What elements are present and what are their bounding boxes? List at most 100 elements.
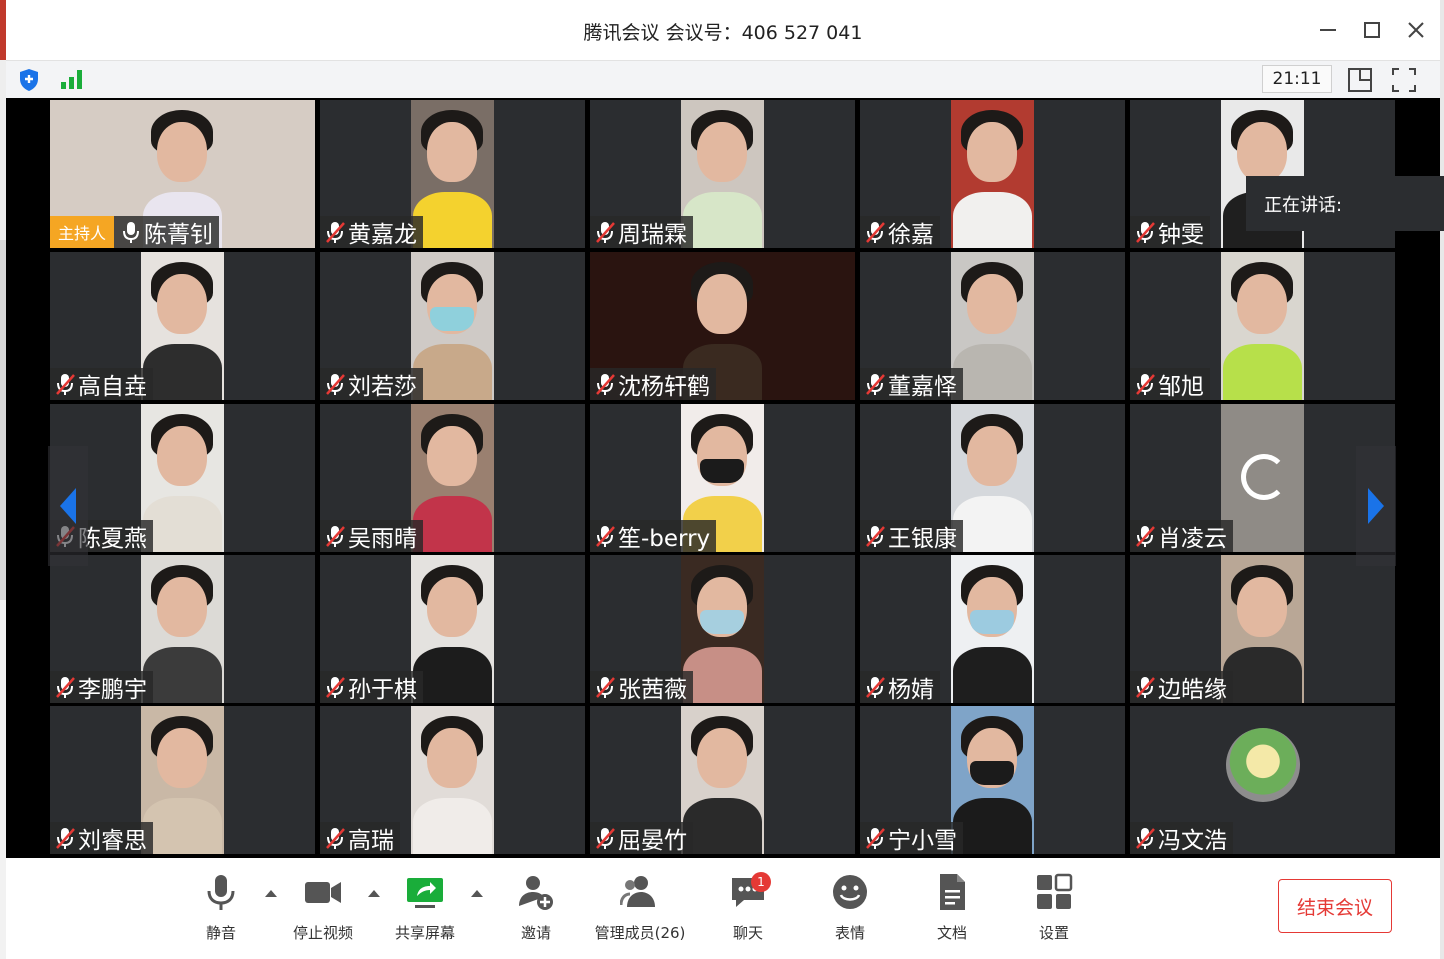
- participant-tile[interactable]: 吴雨晴: [320, 404, 585, 552]
- window-title: 腾讯会议 会议号：406 527 041: [583, 22, 863, 44]
- docs-label: 文档: [936, 924, 967, 942]
- docs-button[interactable]: 文档: [897, 872, 1007, 946]
- participant-face: [1237, 274, 1287, 334]
- participant-face: [427, 728, 477, 788]
- invite-button[interactable]: 邀请: [481, 872, 591, 946]
- title-bar: 腾讯会议 会议号：406 527 041: [6, 0, 1440, 60]
- participant-tile[interactable]: 李鹏宇: [50, 555, 315, 703]
- participant-tile[interactable]: 刘睿思: [50, 706, 315, 854]
- participant-tile[interactable]: 徐嘉: [860, 100, 1125, 248]
- microphone-muted-icon: [864, 524, 888, 548]
- participant-video: [951, 252, 1034, 400]
- participant-tile[interactable]: 黄嘉龙: [320, 100, 585, 248]
- reactions-button[interactable]: 表情: [795, 872, 905, 946]
- participant-name: 屈晏竹: [618, 828, 687, 854]
- microphone-muted-icon: [324, 826, 348, 850]
- microphone-muted-icon: [594, 220, 618, 244]
- participant-video: [411, 252, 494, 400]
- participant-video: [411, 100, 494, 248]
- participant-tile[interactable]: 董嘉怿: [860, 252, 1125, 400]
- participant-face: [697, 122, 747, 182]
- chat-button[interactable]: 1 聊天: [693, 872, 803, 946]
- face-mask: [970, 761, 1014, 785]
- share-screen-button[interactable]: 共享屏幕: [370, 872, 480, 946]
- layout-icon[interactable]: [1346, 66, 1374, 94]
- participant-body: [683, 798, 762, 854]
- participant-name-tag: 张茜薇: [590, 671, 693, 703]
- participant-face: [967, 274, 1017, 334]
- participant-name: 笙-berry: [618, 526, 711, 552]
- prev-page-arrow-icon[interactable]: [48, 446, 88, 566]
- participant-body: [143, 344, 222, 400]
- settings-button[interactable]: 设置: [999, 872, 1109, 946]
- participant-body: [143, 647, 222, 703]
- participant-name-tag: 冯文浩: [1130, 822, 1233, 854]
- participant-video: [681, 555, 764, 703]
- signal-bars-icon[interactable]: [60, 68, 86, 90]
- participant-name: 刘睿思: [78, 828, 147, 854]
- document-icon: [940, 874, 965, 910]
- participant-tile[interactable]: 边皓缘: [1130, 555, 1395, 703]
- participant-name: 张茜薇: [618, 677, 687, 703]
- participant-name-tag: 刘若莎: [320, 368, 423, 400]
- manage-members-button[interactable]: 管理成员(26): [585, 872, 695, 946]
- participant-tile[interactable]: 孙于棋: [320, 555, 585, 703]
- stop-video-button[interactable]: 停止视频: [268, 872, 378, 946]
- background-window-edge-right: [1440, 0, 1444, 959]
- participant-name-tag: 刘睿思: [50, 822, 153, 854]
- participant-tile[interactable]: 宁小雪: [860, 706, 1125, 854]
- participant-tile[interactable]: 冯文浩: [1130, 706, 1395, 854]
- face-mask: [970, 610, 1014, 634]
- mute-button[interactable]: 静音: [166, 872, 276, 946]
- participant-body: [683, 192, 762, 248]
- participant-face: [157, 577, 207, 637]
- participant-name-tag: 李鹏宇: [50, 671, 153, 703]
- participant-tile[interactable]: 主持人 陈菁钊: [50, 100, 315, 248]
- reactions-label: 表情: [834, 924, 865, 942]
- shield-icon[interactable]: [18, 68, 40, 92]
- participant-body: [953, 344, 1032, 400]
- mute-label: 静音: [205, 924, 236, 942]
- fullscreen-icon[interactable]: [1390, 66, 1418, 94]
- loading-spinner-icon: [1241, 454, 1287, 500]
- participant-name: 徐嘉: [888, 222, 934, 248]
- participant-body: [953, 798, 1032, 854]
- participant-tile[interactable]: 周瑞霖: [590, 100, 855, 248]
- participant-tile[interactable]: 高自垚: [50, 252, 315, 400]
- participant-name-tag: 主持人 陈菁钊: [50, 216, 220, 248]
- participant-name-tag: 肖凌云: [1130, 520, 1233, 552]
- participant-tile[interactable]: 刘若莎: [320, 252, 585, 400]
- maximize-icon[interactable]: [1352, 14, 1392, 46]
- participant-tile[interactable]: 笙-berry: [590, 404, 855, 552]
- participant-name-tag: 笙-berry: [590, 520, 717, 552]
- microphone-muted-icon: [54, 675, 78, 699]
- participant-tile[interactable]: 张茜薇: [590, 555, 855, 703]
- participant-body: [953, 647, 1032, 703]
- participant-tile[interactable]: 高瑞: [320, 706, 585, 854]
- next-page-arrow-icon[interactable]: [1356, 446, 1396, 566]
- participant-video: [951, 706, 1034, 854]
- minimize-icon[interactable]: [1308, 14, 1348, 46]
- participant-tile[interactable]: 王银康: [860, 404, 1125, 552]
- host-badge: 主持人: [50, 216, 115, 248]
- participant-tile[interactable]: 邹旭: [1130, 252, 1395, 400]
- end-meeting-button[interactable]: 结束会议: [1278, 879, 1392, 933]
- participant-tile[interactable]: 陈夏燕: [50, 404, 315, 552]
- participant-video: [1221, 404, 1304, 552]
- participant-name: 黄嘉龙: [348, 222, 417, 248]
- participant-name: 宁小雪: [888, 828, 957, 854]
- participant-tile[interactable]: 屈晏竹: [590, 706, 855, 854]
- participant-tile[interactable]: 沈杨轩鹤: [590, 252, 855, 400]
- participant-face: [1237, 577, 1287, 637]
- participant-tile[interactable]: 杨婧: [860, 555, 1125, 703]
- participant-body: [143, 496, 222, 552]
- share-screen-icon: [407, 878, 443, 908]
- microphone-icon: [207, 875, 235, 910]
- members-icon: [620, 876, 655, 907]
- microphone-muted-icon: [864, 826, 888, 850]
- participant-name-tag: 王银康: [860, 520, 963, 552]
- face-mask: [430, 307, 474, 331]
- close-icon[interactable]: [1396, 14, 1436, 46]
- face-mask: [700, 610, 744, 634]
- microphone-muted-icon: [324, 524, 348, 548]
